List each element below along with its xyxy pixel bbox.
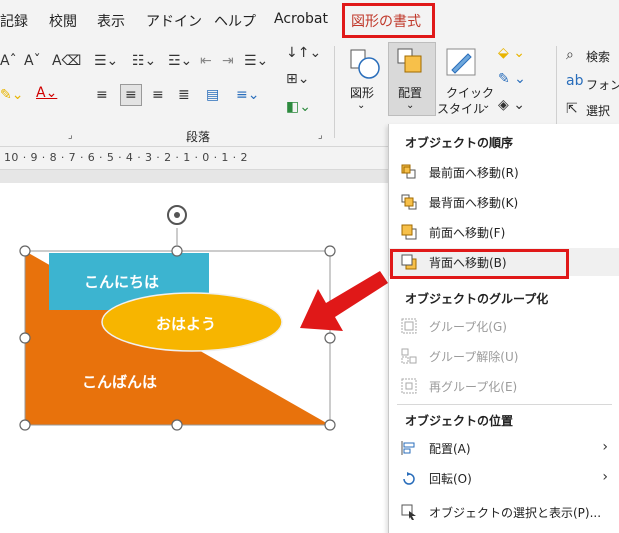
shapes-icon[interactable] (347, 46, 381, 80)
menu-item-selection-pane[interactable]: オブジェクトの選択と表示(P)... (389, 498, 619, 526)
group-label: グループ化(G) (429, 320, 507, 334)
bring-to-front-icon (401, 164, 416, 179)
selection-pane-label: オブジェクトの選択と表示(P)... (429, 506, 602, 520)
align-center-icon[interactable]: ≡ (120, 84, 142, 106)
menu-item-ungroup: グループ解除(U) (389, 342, 619, 370)
highlight-box-send-backward (390, 249, 569, 279)
triangle-text: こんばんは (82, 373, 158, 391)
group-icon (401, 318, 417, 334)
sort-icon[interactable]: ↓↑⌄ (286, 46, 321, 60)
send-to-back-icon (401, 194, 417, 210)
menu-item-regroup: 再グループ化(E) (389, 372, 619, 400)
quick-style-dropdown-icon[interactable]: ⌄ (482, 100, 490, 111)
clear-format-icon[interactable]: A⌫ (52, 54, 81, 68)
submenu-arrow-icon: › (602, 469, 608, 485)
font-size-up-icon[interactable]: Aˆ (0, 54, 17, 68)
list-ex-icon[interactable]: ☰⌄ (244, 54, 268, 68)
arrange-dropdown-icon: ⌄ (406, 100, 415, 111)
cyan-rect-text: こんにちは (84, 273, 160, 291)
tab-view[interactable]: 表示 (97, 11, 125, 31)
bring-forward-icon (401, 224, 417, 240)
rotate-icon (403, 472, 415, 485)
select-label[interactable]: 選択 (586, 102, 610, 119)
regroup-icon (401, 378, 417, 394)
align-right-icon[interactable]: ≡ (152, 88, 164, 102)
submenu-arrow-icon: › (602, 439, 608, 455)
highlight-color-icon[interactable]: ✎⌄ (0, 88, 23, 102)
shapes-label: 図形 (350, 86, 375, 100)
arrange-dropdown-menu: オブジェクトの順序 最前面へ移動(R) 最背面へ移動(K) 前面へ移動(F) 背… (388, 124, 619, 533)
menu-separator (397, 404, 612, 405)
shapes-dropdown-icon[interactable]: ⌄ (357, 100, 365, 111)
menu-section-position: オブジェクトの位置 (405, 414, 514, 428)
regroup-label: 再グループ化(E) (429, 380, 518, 394)
replace-icon[interactable]: ab (566, 74, 583, 88)
multilevel-list-icon[interactable]: ☲⌄ (168, 54, 192, 68)
tab-record[interactable]: 記録 (0, 11, 28, 31)
paragraph-group-label: 段落 (186, 130, 211, 144)
horizontal-ruler: 10 · 9 · 8 · 7 · 6 · 5 · 4 · 3 · 2 · 1 ·… (0, 147, 388, 170)
shading-icon[interactable]: ◧⌄ (286, 100, 311, 114)
ribbon-tab-bar: 記録 校閲 表示 アドイン ヘルプ Acrobat 図形の書式 (0, 0, 619, 40)
ruler-text: 10 · 9 · 8 · 7 · 6 · 5 · 4 · 3 · 2 · 1 ·… (4, 151, 248, 164)
arrange-label: 配置 (398, 86, 423, 100)
red-arrow-annotation (300, 271, 388, 331)
menu-item-rotate[interactable]: 回転(O) › (389, 464, 619, 492)
send-to-back-label: 最背面へ移動(K) (429, 196, 519, 210)
numbering-icon[interactable]: ☷⌄ (132, 54, 156, 68)
quick-style-icon[interactable] (444, 46, 480, 80)
menu-item-align[interactable]: 配置(A) › (389, 434, 619, 462)
menu-item-send-to-back[interactable]: 最背面へ移動(K) (389, 188, 619, 216)
tab-help[interactable]: ヘルプ (214, 11, 256, 31)
search-label[interactable]: 検索 (586, 48, 610, 65)
distributed-icon[interactable]: ▤ (206, 88, 219, 102)
font-label[interactable]: フォン (586, 76, 619, 93)
align-label: 配置(A) (429, 442, 471, 456)
bullets-icon[interactable]: ☰⌄ (94, 54, 118, 68)
justify-icon[interactable]: ≣ (178, 88, 190, 102)
menu-section-group: オブジェクトのグループ化 (405, 292, 549, 306)
selection-pane-icon (401, 504, 416, 520)
search-icon[interactable]: ⌕ (566, 48, 574, 62)
paragraph-dialog-launcher-icon[interactable]: ⌟ (318, 130, 323, 141)
menu-item-bring-to-front[interactable]: 最前面へ移動(R) (389, 158, 619, 186)
tab-review[interactable]: 校閲 (49, 11, 77, 31)
shape-fill-icon[interactable]: ⬙ ⌄ (498, 46, 525, 60)
menu-section-order: オブジェクトの順序 (405, 136, 514, 150)
arrange-icon (395, 46, 425, 76)
align-left-icon[interactable]: ≡ (96, 88, 108, 102)
ungroup-label: グループ解除(U) (429, 350, 519, 364)
select-cursor-icon[interactable]: ⇱ (566, 102, 578, 116)
borders-icon[interactable]: ⊞⌄ (286, 72, 309, 86)
shape-effects-icon[interactable]: ◈ ⌄ (498, 98, 525, 112)
line-spacing-icon[interactable]: ≡⌄ (236, 88, 259, 102)
increase-indent-icon[interactable]: ⇥ (222, 54, 234, 68)
shape-outline-icon[interactable]: ✎ ⌄ (498, 72, 526, 86)
highlight-box-tab (342, 3, 435, 38)
menu-item-bring-forward[interactable]: 前面へ移動(F) (389, 218, 619, 246)
decrease-indent-icon[interactable]: ⇤ (200, 54, 212, 68)
rotate-label: 回転(O) (429, 472, 472, 486)
tab-addins[interactable]: アドイン (146, 11, 202, 31)
bring-forward-label: 前面へ移動(F) (429, 226, 506, 240)
bring-to-front-label: 最前面へ移動(R) (429, 166, 519, 180)
font-size-down-icon[interactable]: Aˇ (24, 54, 41, 68)
ungroup-icon (401, 348, 417, 364)
document-canvas (19, 205, 388, 431)
tab-acrobat[interactable]: Acrobat (274, 11, 328, 27)
font-color-icon[interactable]: A⌄ (36, 86, 57, 100)
menu-item-group: グループ化(G) (389, 312, 619, 340)
quick-style-label-1: クイック (446, 86, 495, 100)
font-dialog-launcher-icon[interactable]: ⌟ (68, 130, 73, 141)
quick-style-label-2: スタイル (437, 102, 486, 116)
document-top-margin (0, 170, 388, 183)
ellipse-text: おはよう (156, 315, 217, 333)
rotate-handle-icon[interactable] (167, 205, 187, 225)
align-icon (401, 441, 415, 455)
ribbon-separator (334, 46, 335, 138)
